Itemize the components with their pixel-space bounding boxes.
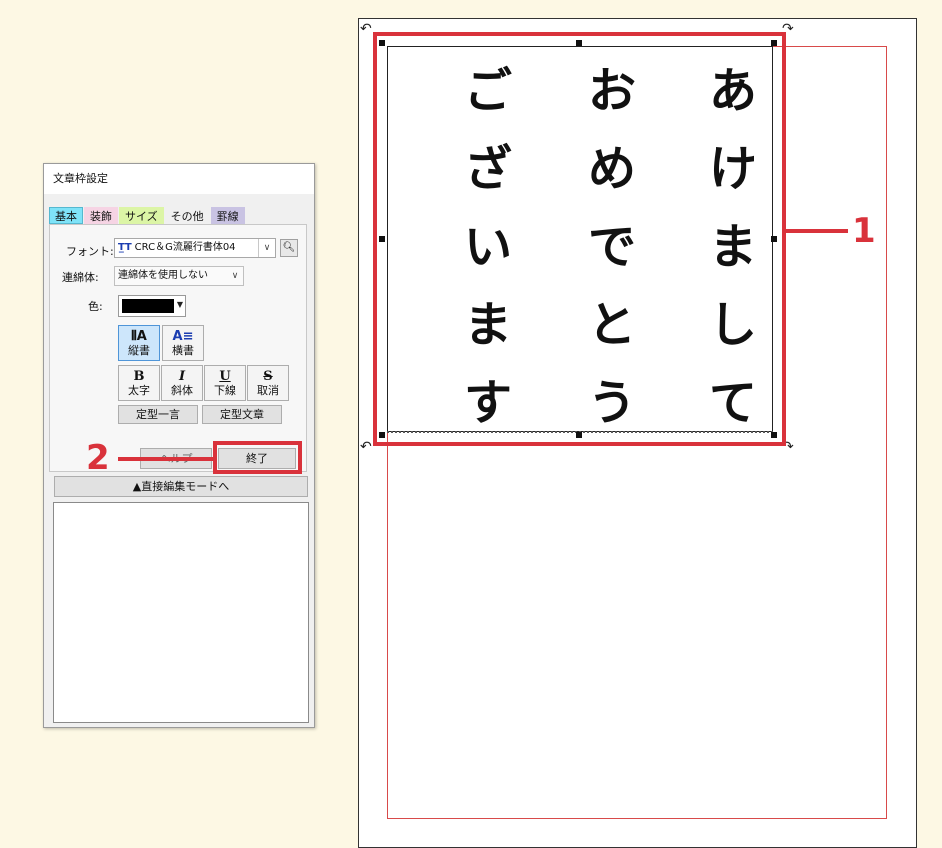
vertical-writing-label: 縦書 xyxy=(128,344,150,357)
callout-2-number: 2 xyxy=(86,438,110,478)
tab-bar: 基本 装飾 サイズ その他 罫線 xyxy=(49,207,246,224)
vertical-text-icon: ⫴A xyxy=(131,329,147,344)
strikethrough-icon: S xyxy=(263,369,273,384)
renmentai-select[interactable]: 連綿体を使用しない ∨ xyxy=(114,266,244,286)
font-preview-button[interactable]: 🔍︎ xyxy=(280,239,298,257)
underline-icon: U xyxy=(219,369,231,384)
renmentai-select-value: 連綿体を使用しない xyxy=(118,270,208,281)
bold-label: 太字 xyxy=(128,384,150,397)
color-picker[interactable]: ▼ xyxy=(118,295,186,317)
horizontal-writing-button[interactable]: A≡ 横書 xyxy=(162,325,204,361)
font-select-value: CRC＆G流麗行書体04 xyxy=(134,242,236,253)
tab-other[interactable]: その他 xyxy=(164,207,210,224)
direct-edit-mode-button[interactable]: ▲直接編集モードへ xyxy=(54,476,308,497)
callout-1-line xyxy=(786,229,848,233)
strikethrough-label: 取消 xyxy=(257,384,279,397)
rotate-handle-icon[interactable]: ↶ xyxy=(360,22,372,36)
font-label: フォント: xyxy=(66,245,114,258)
color-label: 色: xyxy=(88,300,103,313)
italic-icon: I xyxy=(178,369,186,384)
tab-ruled-line[interactable]: 罫線 xyxy=(210,207,245,224)
tab-size[interactable]: サイズ xyxy=(119,207,164,224)
dropdown-triangle-icon: ▼ xyxy=(176,300,183,309)
magnifier-icon: 🔍︎ xyxy=(282,242,296,253)
basic-settings-panel: フォント: T̲T CRC＆G流麗行書体04 ∨ 🔍︎ 連綿体: 連綿体を使用しな… xyxy=(49,224,307,472)
callout-2-highlight xyxy=(213,441,302,474)
color-swatch xyxy=(122,299,174,313)
bold-icon: B xyxy=(133,369,145,384)
rotate-handle-icon[interactable]: ↶ xyxy=(360,440,372,454)
bold-button[interactable]: B 太字 xyxy=(118,365,160,401)
vertical-writing-button[interactable]: ⫴A 縦書 xyxy=(118,325,160,361)
tab-basic[interactable]: 基本 xyxy=(49,207,83,224)
tab-decoration[interactable]: 装飾 xyxy=(84,207,118,224)
callout-1-highlight xyxy=(373,32,786,446)
font-select[interactable]: T̲T CRC＆G流麗行書体04 ∨ xyxy=(114,238,276,258)
underline-button[interactable]: U 下線 xyxy=(204,365,246,401)
italic-label: 斜体 xyxy=(171,384,193,397)
italic-button[interactable]: I 斜体 xyxy=(161,365,203,401)
horizontal-writing-label: 横書 xyxy=(172,344,194,357)
dialog-title: 文章枠設定 xyxy=(44,164,314,194)
chevron-down-icon: ∨ xyxy=(231,271,239,281)
underline-label: 下線 xyxy=(214,384,236,397)
truetype-font-icon: T̲T xyxy=(118,242,132,253)
preset-phrase-button[interactable]: 定型一言 xyxy=(118,405,198,424)
callout-1-number: 1 xyxy=(852,211,876,251)
text-input-area[interactable] xyxy=(53,502,309,723)
preset-text-button[interactable]: 定型文章 xyxy=(202,405,282,424)
callout-2-line xyxy=(118,457,214,461)
horizontal-text-icon: A≡ xyxy=(172,329,194,344)
renmentai-label: 連綿体: xyxy=(62,271,99,284)
strikethrough-button[interactable]: S 取消 xyxy=(247,365,289,401)
chevron-down-icon: ∨ xyxy=(258,239,275,257)
